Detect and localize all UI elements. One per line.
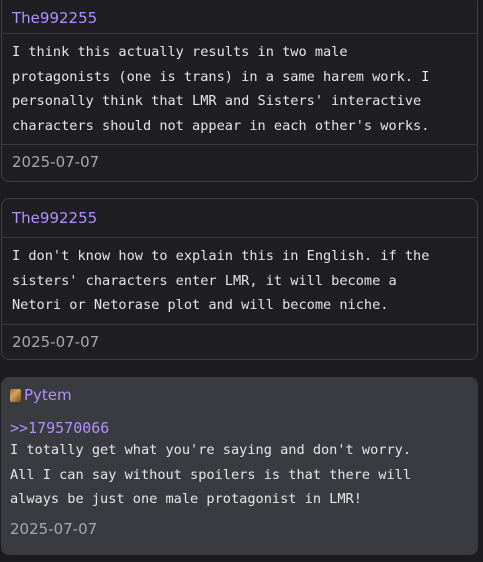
comment-thread: The992255 I think this actually results …: [0, 0, 483, 562]
comment-text-line: characters should not appear in each oth…: [12, 117, 430, 134]
comment-text-line: I don't know how to explain this in Engl…: [12, 248, 430, 264]
comment-text-line: sisters' characters enter LMR, it will b…: [12, 272, 397, 289]
comment-date: 2025-07-07: [2, 323, 477, 359]
comment-author[interactable]: The992255: [2, 0, 477, 34]
comment-text: I think this actually results in two mal…: [2, 34, 477, 144]
comment-text-line: always be just one male protagonist in L…: [10, 491, 362, 507]
avatar: [10, 389, 21, 402]
comment-text-line: Netori or Netorase plot and will become …: [12, 297, 389, 313]
comment-date: 2025-07-07: [10, 519, 98, 538]
comment-card-highlighted: Pytem >>179570066 I totally get what you'…: [1, 377, 478, 555]
comment-text: I don't know how to explain this in Engl…: [2, 238, 477, 324]
comment-author-row[interactable]: Pytem: [2, 378, 477, 412]
comment-text-line: I think this actually results in two mal…: [12, 44, 348, 60]
comment-text-line: I totally get what you're saying and don…: [10, 442, 412, 458]
comment-text-line: All I can say without spoilers is that t…: [10, 466, 412, 483]
comment-date: 2025-07-07: [2, 144, 477, 179]
comment-text-line: protagonists (one is trans) in a same ha…: [12, 68, 430, 85]
comment-author[interactable]: Pytem: [24, 386, 72, 404]
comment-card: The992255 I don't know how to explain th…: [1, 198, 478, 360]
comment-text-line: personally think that LMR and Sisters' i…: [12, 93, 422, 109]
reply-link[interactable]: >>179570066: [10, 412, 469, 438]
comment-text: >>179570066 I totally get what you're say…: [2, 412, 477, 512]
comment-author[interactable]: The992255: [2, 199, 477, 238]
comment-card: The992255 I think this actually results …: [1, 0, 478, 182]
